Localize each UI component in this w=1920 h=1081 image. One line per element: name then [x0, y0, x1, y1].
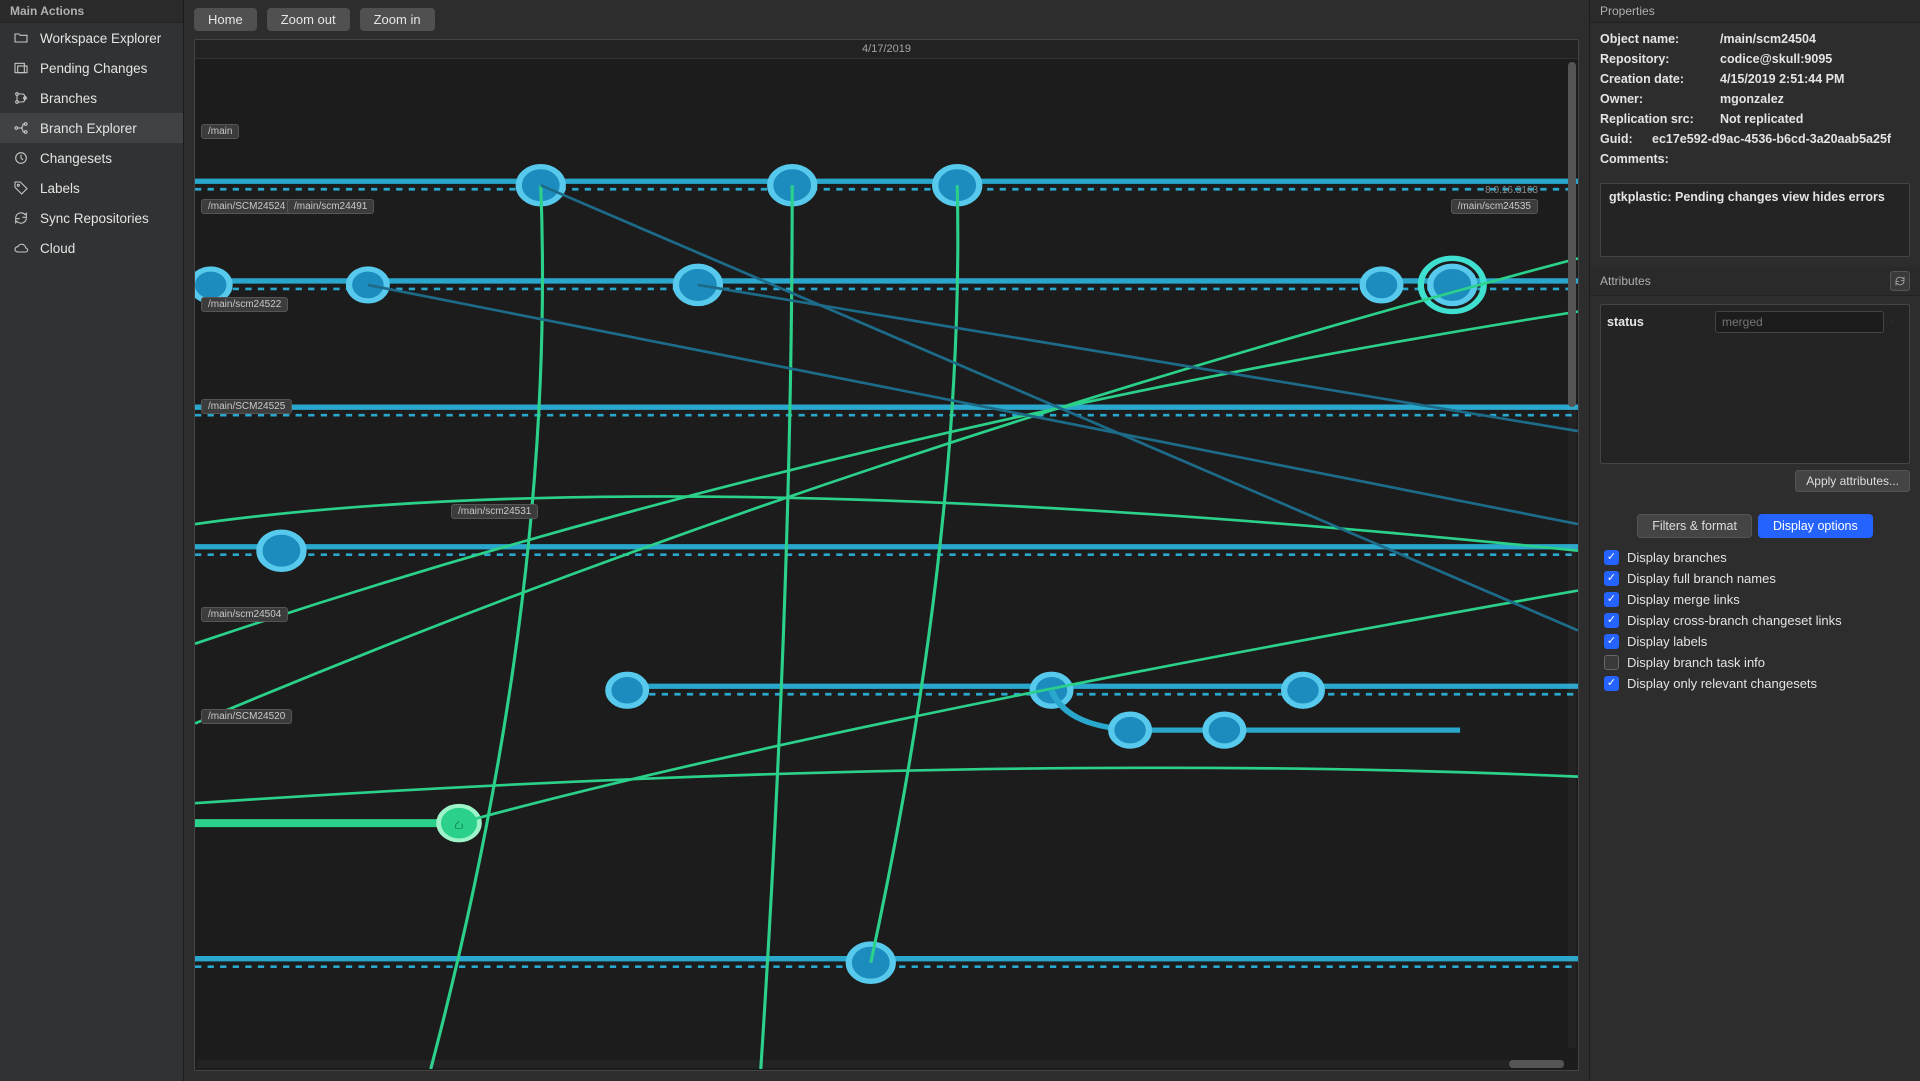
option-display-cross-branch-links[interactable]: ✓ Display cross-branch changeset links — [1604, 613, 1906, 628]
branch-label-scm24504[interactable]: /main/scm24504 — [201, 607, 288, 622]
prop-guid: Guid: ec17e592-d9ac-4536-b6cd-3a20aab5a2… — [1600, 129, 1910, 149]
right-panel: Properties Object name: /main/scm24504 R… — [1590, 0, 1920, 1081]
display-options-list: ✓ Display branches ✓ Display full branch… — [1590, 546, 1920, 705]
attribute-name: status — [1607, 315, 1707, 329]
prop-repository: Repository: codice@skull:9095 — [1600, 49, 1910, 69]
option-display-branch-task-info[interactable]: Display branch task info — [1604, 655, 1906, 670]
sidebar-item-label: Sync Repositories — [40, 211, 149, 226]
tab-display-options[interactable]: Display options — [1758, 514, 1873, 538]
display-tabs: Filters & format Display options — [1600, 514, 1910, 538]
comments-box[interactable]: gtkplastic: Pending changes view hides e… — [1600, 183, 1910, 257]
sync-icon — [12, 209, 30, 227]
sidebar-item-workspace-explorer[interactable]: Workspace Explorer — [0, 23, 183, 53]
sidebar-item-sync-repositories[interactable]: Sync Repositories — [0, 203, 183, 233]
branch-label-scm24524[interactable]: /main/SCM24524 — [201, 199, 292, 214]
checkbox-icon: ✓ — [1604, 613, 1619, 628]
sidebar-item-pending-changes[interactable]: Pending Changes — [0, 53, 183, 83]
branch-label-main[interactable]: /main — [201, 124, 239, 139]
sidebar-item-label: Changesets — [40, 151, 112, 166]
home-button[interactable]: Home — [194, 8, 257, 31]
branches-icon — [12, 89, 30, 107]
prop-replication-src: Replication src: Not replicated — [1600, 109, 1910, 129]
branch-label-scm24520[interactable]: /main/SCM24520 — [201, 709, 292, 724]
sidebar-item-branch-explorer[interactable]: Branch Explorer — [0, 113, 183, 143]
remove-attribute-icon[interactable] — [1902, 314, 1904, 330]
prop-object-name: Object name: /main/scm24504 — [1600, 29, 1910, 49]
main-panel: Home Zoom out Zoom in 4/17/2019 .trk { s… — [184, 0, 1590, 1081]
branch-explorer-icon — [12, 119, 30, 137]
graph-scrollbar-vertical[interactable] — [1568, 62, 1576, 1048]
attributes-body: status — [1600, 304, 1910, 464]
sidebar-item-changesets[interactable]: Changesets — [0, 143, 183, 173]
branch-label-scm24535[interactable]: /main/scm24535 — [1451, 199, 1538, 214]
attribute-row-status: status — [1607, 311, 1903, 333]
labels-icon — [12, 179, 30, 197]
properties-header: Properties — [1590, 0, 1920, 23]
sidebar: Main Actions Workspace Explorer Pending … — [0, 0, 184, 1081]
branch-label-scm24491[interactable]: /main/scm24491 — [287, 199, 374, 214]
sidebar-item-label: Branches — [40, 91, 97, 106]
option-display-merge-links[interactable]: ✓ Display merge links — [1604, 592, 1906, 607]
pending-icon — [12, 59, 30, 77]
prop-creation-date: Creation date: 4/15/2019 2:51:44 PM — [1600, 69, 1910, 89]
apply-attributes-button[interactable]: Apply attributes... — [1795, 470, 1910, 492]
sidebar-item-label: Workspace Explorer — [40, 31, 161, 46]
graph-date-header: 4/17/2019 — [195, 40, 1578, 59]
graph-scrollbar-horizontal[interactable] — [197, 1060, 1564, 1068]
cloud-icon — [12, 239, 30, 257]
sidebar-item-label: Labels — [40, 181, 80, 196]
prop-owner: Owner: mgonzalez — [1600, 89, 1910, 109]
option-display-branches[interactable]: ✓ Display branches — [1604, 550, 1906, 565]
checkbox-icon: ✓ — [1604, 550, 1619, 565]
sidebar-item-labels[interactable]: Labels — [0, 173, 183, 203]
version-label: 8.0.16.3163 — [1485, 185, 1538, 196]
toolbar: Home Zoom out Zoom in — [184, 0, 1589, 39]
edit-attribute-icon[interactable] — [1892, 314, 1894, 330]
option-display-labels[interactable]: ✓ Display labels — [1604, 634, 1906, 649]
tab-filters-format[interactable]: Filters & format — [1637, 514, 1752, 538]
branch-graph[interactable]: 4/17/2019 .trk { stroke:#2aa7cc; stroke-… — [194, 39, 1579, 1071]
option-display-only-relevant-changesets[interactable]: ✓ Display only relevant changesets — [1604, 676, 1906, 691]
graph-canvas[interactable]: .trk { stroke:#2aa7cc; stroke-width:4; }… — [195, 59, 1578, 1069]
checkbox-icon: ✓ — [1604, 592, 1619, 607]
sidebar-item-label: Pending Changes — [40, 61, 147, 76]
zoom-out-button[interactable]: Zoom out — [267, 8, 350, 31]
zoom-in-button[interactable]: Zoom in — [360, 8, 435, 31]
sidebar-item-label: Branch Explorer — [40, 121, 137, 136]
branch-label-scm24525[interactable]: /main/SCM24525 — [201, 399, 292, 414]
attributes-header: Attributes — [1590, 267, 1920, 296]
properties-body: Object name: /main/scm24504 Repository: … — [1590, 23, 1920, 179]
sidebar-item-branches[interactable]: Branches — [0, 83, 183, 113]
refresh-attributes-icon[interactable] — [1890, 271, 1910, 291]
attribute-value-input[interactable] — [1715, 311, 1884, 333]
sidebar-item-cloud[interactable]: Cloud — [0, 233, 183, 263]
checkbox-icon: ✓ — [1604, 571, 1619, 586]
prop-comments-label: Comments: — [1600, 149, 1910, 169]
branch-label-scm24531[interactable]: /main/scm24531 — [451, 504, 538, 519]
branch-label-scm24522[interactable]: /main/scm24522 — [201, 297, 288, 312]
svg-text:⌂: ⌂ — [454, 818, 463, 833]
folder-icon — [12, 29, 30, 47]
sidebar-header: Main Actions — [0, 0, 183, 23]
checkbox-icon: ✓ — [1604, 634, 1619, 649]
option-display-full-branch-names[interactable]: ✓ Display full branch names — [1604, 571, 1906, 586]
changesets-icon — [12, 149, 30, 167]
checkbox-icon: ✓ — [1604, 676, 1619, 691]
checkbox-icon — [1604, 655, 1619, 670]
sidebar-item-label: Cloud — [40, 241, 75, 256]
